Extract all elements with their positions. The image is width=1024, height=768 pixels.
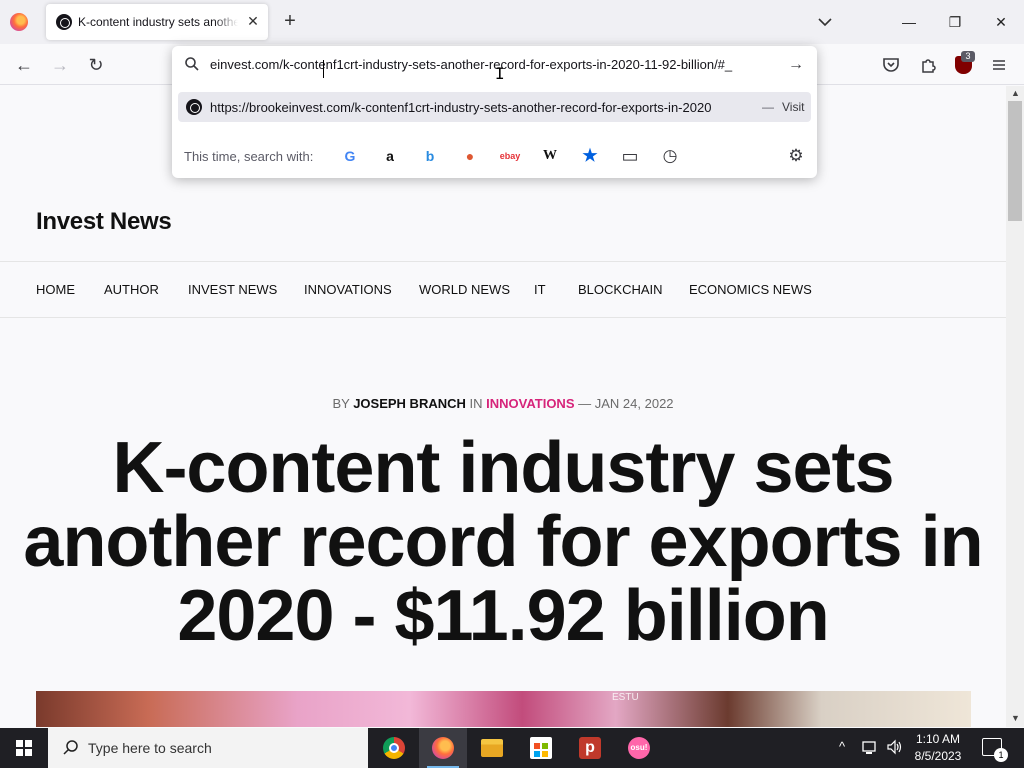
chrome-icon bbox=[383, 737, 405, 759]
meta-by: BY bbox=[332, 396, 350, 411]
menu-item-innovations[interactable]: INNOVATIONS bbox=[304, 282, 392, 297]
show-hidden-icons-chevron-icon[interactable]: ^ bbox=[839, 739, 845, 754]
author-link[interactable]: JOSEPH BRANCH bbox=[353, 396, 466, 411]
scroll-up-arrow-icon[interactable]: ▲ bbox=[1011, 88, 1020, 98]
start-button[interactable] bbox=[0, 728, 48, 768]
taskbar-search-placeholder: Type here to search bbox=[88, 740, 212, 756]
back-button[interactable]: ← bbox=[12, 53, 36, 77]
search-icon bbox=[185, 57, 199, 71]
ublock-badge: 3 bbox=[961, 51, 975, 62]
taskbar-file-explorer[interactable] bbox=[468, 728, 516, 768]
scroll-thumb[interactable] bbox=[1008, 101, 1022, 221]
page-scrollbar[interactable]: ▲ ▼ bbox=[1006, 86, 1024, 727]
firefox-icon[interactable] bbox=[10, 13, 28, 31]
volume-icon[interactable] bbox=[886, 739, 904, 755]
hero-image-sign-text: ESTU bbox=[612, 692, 639, 703]
taskbar-psiphon[interactable]: p bbox=[566, 728, 614, 768]
result-url: https://brookeinvest.com/k-contenf1crt-i… bbox=[210, 100, 712, 115]
search-icon bbox=[63, 740, 78, 755]
google-engine-icon[interactable]: G bbox=[340, 146, 360, 166]
wikipedia-engine-icon[interactable]: W bbox=[540, 146, 560, 166]
header-divider bbox=[0, 261, 1006, 262]
pocket-icon[interactable] bbox=[880, 54, 902, 76]
web-page: Invest News HOME AUTHOR INVEST NEWS INNO… bbox=[0, 86, 1006, 727]
windows-logo-icon bbox=[16, 740, 32, 756]
menu-item-invest-news[interactable]: INVEST NEWS bbox=[188, 282, 277, 297]
site-favicon-icon bbox=[56, 14, 72, 30]
system-clock[interactable]: 1:10 AM 8/5/2023 bbox=[906, 731, 970, 765]
ibeam-cursor-icon: I bbox=[495, 66, 505, 82]
minimize-button[interactable]: — bbox=[897, 10, 921, 34]
taskbar-firefox[interactable] bbox=[419, 728, 467, 768]
menu-item-it[interactable]: IT bbox=[534, 282, 546, 297]
menu-item-home[interactable]: HOME bbox=[36, 282, 75, 297]
forward-button[interactable]: → bbox=[48, 53, 72, 77]
go-arrow-icon[interactable]: → bbox=[786, 55, 806, 75]
taskbar-microsoft-store[interactable] bbox=[517, 728, 565, 768]
bookmarks-icon[interactable]: ★ bbox=[580, 146, 600, 166]
article-headline: K-content industry sets another record f… bbox=[23, 428, 983, 656]
one-off-label: This time, search with: bbox=[184, 149, 314, 164]
menu-item-world-news[interactable]: WORLD NEWS bbox=[419, 282, 510, 297]
close-window-button[interactable]: ✕ bbox=[989, 10, 1013, 34]
psiphon-icon: p bbox=[579, 737, 601, 759]
amazon-engine-icon[interactable]: a bbox=[380, 146, 400, 166]
reload-button[interactable]: ↻ bbox=[84, 53, 108, 77]
text-caret bbox=[323, 60, 324, 78]
osu-icon: osu! bbox=[628, 737, 650, 759]
new-tab-button[interactable]: + bbox=[280, 10, 300, 32]
duckduckgo-engine-icon[interactable]: ● bbox=[460, 146, 480, 166]
menu-item-author[interactable]: AUTHOR bbox=[104, 282, 159, 297]
bing-engine-icon[interactable]: b bbox=[420, 146, 440, 166]
tab-active[interactable]: K-content industry sets another record f… bbox=[46, 4, 268, 40]
menu-icon[interactable] bbox=[988, 54, 1010, 76]
taskbar: Type here to search p osu! ^ 1:10 AM 8/5… bbox=[0, 728, 1024, 768]
hero-image: ESTU bbox=[36, 691, 971, 727]
history-icon[interactable]: ◷ bbox=[660, 146, 680, 166]
ebay-engine-icon[interactable]: ebay bbox=[498, 146, 522, 166]
meta-dash: — bbox=[578, 396, 592, 411]
clock-time: 1:10 AM bbox=[915, 732, 961, 746]
tab-close-icon[interactable]: ✕ bbox=[244, 12, 262, 30]
folder-icon bbox=[481, 739, 503, 757]
category-link[interactable]: INNOVATIONS bbox=[486, 396, 574, 411]
list-all-tabs-chevron-icon[interactable] bbox=[815, 12, 835, 32]
result-action-visit: Visit bbox=[782, 100, 805, 114]
urlbar-result-row[interactable]: https://brookeinvest.com/k-contenf1crt-i… bbox=[178, 92, 811, 122]
maximize-button[interactable]: ❐ bbox=[943, 10, 967, 34]
network-icon[interactable] bbox=[862, 739, 880, 755]
scroll-down-arrow-icon[interactable]: ▼ bbox=[1011, 713, 1020, 723]
meta-in: IN bbox=[469, 396, 483, 411]
tab-strip: K-content industry sets another record f… bbox=[0, 0, 1024, 44]
menu-item-blockchain[interactable]: BLOCKCHAIN bbox=[578, 282, 663, 297]
firefox-icon bbox=[432, 737, 454, 759]
tabs-icon[interactable]: ▭ bbox=[620, 146, 640, 166]
clock-date: 8/5/2023 bbox=[914, 749, 962, 763]
taskbar-osu[interactable]: osu! bbox=[615, 728, 663, 768]
taskbar-search-box[interactable]: Type here to search bbox=[48, 728, 368, 768]
notification-count: 1 bbox=[994, 748, 1008, 762]
osu-label: osu! bbox=[630, 743, 648, 752]
article-date: JAN 24, 2022 bbox=[594, 396, 674, 411]
article-meta: BY JOSEPH BRANCH IN INNOVATIONS — JAN 24… bbox=[0, 396, 1006, 411]
site-favicon-icon bbox=[186, 99, 202, 115]
store-bag-icon bbox=[530, 737, 552, 759]
tab-title: K-content industry sets another record f… bbox=[78, 15, 238, 29]
one-off-search-row: This time, search with: G a b ● ebay W ★… bbox=[172, 138, 817, 178]
extensions-icon[interactable] bbox=[917, 54, 939, 76]
taskbar-chrome[interactable] bbox=[370, 728, 418, 768]
result-separator: — bbox=[762, 100, 774, 114]
menu-item-economics-news[interactable]: ECONOMICS NEWS bbox=[689, 282, 812, 297]
menu-divider bbox=[0, 317, 1006, 318]
search-settings-gear-icon[interactable]: ⚙ bbox=[786, 146, 806, 166]
site-title[interactable]: Invest News bbox=[36, 208, 172, 236]
